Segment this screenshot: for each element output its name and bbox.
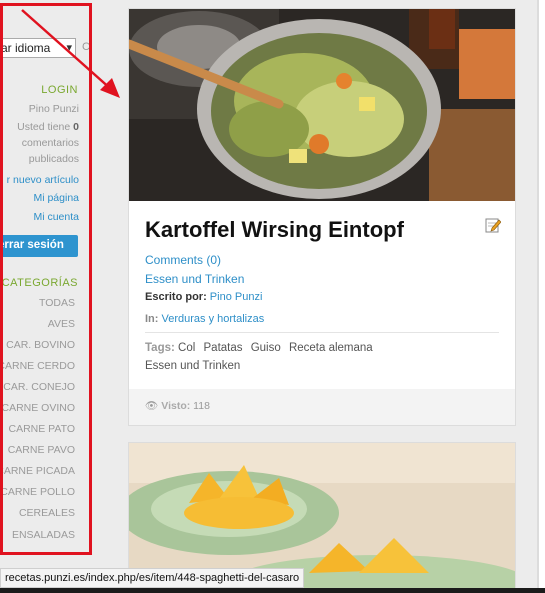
- category-item[interactable]: TODAS: [39, 297, 75, 309]
- divider: [145, 332, 499, 333]
- in-label: In:: [145, 313, 159, 325]
- comments-count: 0: [73, 121, 79, 133]
- category-item[interactable]: CARNE CERDO: [0, 360, 75, 372]
- category-item[interactable]: ENSALADAS: [12, 529, 75, 541]
- comments-suffix-2: publicados: [28, 153, 79, 165]
- column-divider: [537, 0, 539, 593]
- tag-link[interactable]: Col: [178, 342, 195, 354]
- views-label: Visto:: [161, 400, 191, 412]
- bottom-strip: [0, 588, 545, 593]
- logout-button[interactable]: errar sesión: [0, 235, 78, 257]
- tag-link[interactable]: Receta alemana: [289, 342, 373, 354]
- tags-list: Tags: Col Patatas Guiso Receta alemana E…: [145, 339, 499, 375]
- category-item[interactable]: CAR. CONEJO: [3, 381, 75, 393]
- edit-icon[interactable]: [485, 217, 501, 233]
- nav-my-page[interactable]: Mi página: [33, 192, 79, 204]
- tags-label: Tags:: [145, 342, 175, 354]
- category-item[interactable]: AVES: [48, 318, 75, 330]
- comments-prefix: Usted tiene: [17, 121, 71, 133]
- category-link[interactable]: Essen und Trinken: [145, 272, 499, 286]
- author-link[interactable]: Pino Punzi: [210, 291, 263, 303]
- category-item[interactable]: CEREALES: [19, 507, 75, 519]
- category-item[interactable]: CARNE PICADA: [0, 465, 75, 477]
- status-bar-url: recetas.punzi.es/index.php/es/item/448-s…: [0, 568, 305, 588]
- comments-suffix-1: comentarios: [21, 137, 79, 149]
- eye-icon: 👁: [145, 400, 159, 412]
- article-footer: 👁 Visto: 118: [129, 389, 515, 425]
- nav-my-account[interactable]: Mi cuenta: [33, 211, 79, 223]
- comments-info: Usted tiene 0 comentarios publicados: [0, 119, 79, 167]
- category-item[interactable]: CARNE PATO: [8, 423, 75, 435]
- tag-link[interactable]: Guiso: [251, 342, 281, 354]
- article-title[interactable]: Kartoffel Wirsing Eintopf: [145, 217, 499, 243]
- byline-label: Escrito por:: [145, 291, 207, 303]
- tag-link[interactable]: Patatas: [204, 342, 243, 354]
- category-item[interactable]: CAR. BOVINO: [6, 339, 75, 351]
- categories-heading: CATEGORÍAS: [1, 277, 78, 289]
- category-item[interactable]: CARNE OVINO: [1, 402, 75, 414]
- byline: Escrito por: Pino Punzi: [145, 291, 499, 303]
- article-card: Kartoffel Wirsing Eintopf Comments (0) E…: [128, 8, 516, 426]
- views-count: 118: [193, 400, 210, 412]
- nav-new-article[interactable]: r nuevo artículo: [7, 174, 79, 186]
- user-name: Pino Punzi: [28, 103, 79, 115]
- article-body: Kartoffel Wirsing Eintopf Comments (0) E…: [129, 201, 515, 375]
- comments-link[interactable]: Comments (0): [145, 253, 499, 267]
- right-column-edge: [537, 0, 545, 593]
- in-category-link[interactable]: Verduras y hortalizas: [162, 313, 265, 325]
- category-item[interactable]: CARNE POLLO: [0, 486, 75, 498]
- tag-link[interactable]: Essen und Trinken: [145, 360, 240, 372]
- annotation-arrow: [21, 9, 120, 98]
- article-category-line: In: Verduras y hortalizas: [145, 313, 499, 325]
- category-item[interactable]: CARNE PAVO: [8, 444, 75, 456]
- article-image[interactable]: [129, 9, 515, 201]
